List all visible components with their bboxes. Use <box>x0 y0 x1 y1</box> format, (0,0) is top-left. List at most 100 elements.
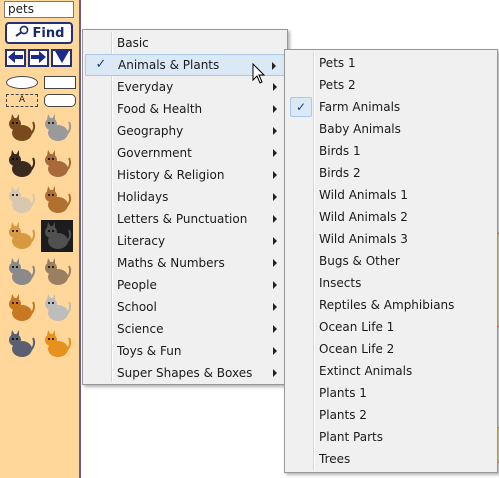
tabby-cat-icon[interactable] <box>41 256 73 288</box>
sitting-cat-icon[interactable] <box>5 256 37 288</box>
arrow-right-icon <box>31 50 46 66</box>
menu-item-label: Animals & Plants <box>118 58 220 72</box>
submenu-arrow-icon <box>273 347 277 355</box>
menu-item-literacy[interactable]: Literacy <box>85 230 285 252</box>
shape-tools-row-2: A <box>6 94 76 107</box>
submenu-item-baby-animals[interactable]: Baby Animals <box>287 118 495 140</box>
menu-item-label: Super Shapes & Boxes <box>117 366 253 380</box>
submenu-item-ocean-life-1[interactable]: Ocean Life 1 <box>287 316 495 338</box>
submenu-item-wild-animals-2[interactable]: Wild Animals 2 <box>287 206 495 228</box>
menu-item-super-shapes-and-boxes[interactable]: Super Shapes & Boxes <box>85 362 285 384</box>
menu-item-maths-and-numbers[interactable]: Maths & Numbers <box>85 252 285 274</box>
submenu-item-bugs-and-other[interactable]: Bugs & Other <box>287 250 495 272</box>
menu-item-label: Geography <box>117 124 184 138</box>
submenu-arrow-icon <box>273 325 277 333</box>
dogs-icon[interactable] <box>5 112 37 144</box>
submenu-item-pets-1[interactable]: Pets 1 <box>287 52 495 74</box>
previous-button[interactable] <box>5 49 26 67</box>
menu-item-school[interactable]: School <box>85 296 285 318</box>
menu-item-letters-and-punctuation[interactable]: Letters & Punctuation <box>85 208 285 230</box>
arrow-left-icon <box>8 50 23 66</box>
submenu-item-reptiles-and-amphibians[interactable]: Reptiles & Amphibians <box>287 294 495 316</box>
shape-tools-row-1 <box>6 76 76 89</box>
checkmark-icon: ✓ <box>95 57 107 72</box>
next-button[interactable] <box>28 49 49 67</box>
rounded-rectangle-tool-icon[interactable] <box>44 94 76 107</box>
menu-item-label: Holidays <box>117 190 169 204</box>
mouse-cursor-icon <box>252 63 266 84</box>
rectangle-tool-icon[interactable] <box>44 76 76 89</box>
submenu-item-label: Wild Animals 2 <box>319 210 408 224</box>
submenu-item-label: Trees <box>319 452 351 466</box>
submenu-item-label: Birds 2 <box>319 166 361 180</box>
submenu-item-label: Insects <box>319 276 362 290</box>
ellipse-tool-icon[interactable] <box>6 76 38 89</box>
menu-item-government[interactable]: Government <box>85 142 285 164</box>
search-input[interactable]: pets <box>4 1 74 18</box>
menu-item-label: People <box>117 278 157 292</box>
submenu-item-label: Baby Animals <box>319 122 401 136</box>
goldfish-icon[interactable] <box>41 328 73 360</box>
submenu-item-extinct-animals[interactable]: Extinct Animals <box>287 360 495 382</box>
menu-item-food-and-health[interactable]: Food & Health <box>85 98 285 120</box>
triangle-down-icon <box>54 50 69 66</box>
submenu-item-trees[interactable]: Trees <box>287 448 495 470</box>
submenu-item-label: Wild Animals 3 <box>319 232 408 246</box>
menu-item-label: Maths & Numbers <box>117 256 225 270</box>
submenu-item-insects[interactable]: Insects <box>287 272 495 294</box>
navigation-buttons <box>5 49 72 67</box>
grey-cat-photo-icon[interactable] <box>41 220 73 252</box>
submenu-arrow-icon <box>273 281 277 289</box>
menu-item-label: Basic <box>117 36 149 50</box>
orange-cat-icon[interactable] <box>5 292 37 324</box>
submenu-item-wild-animals-1[interactable]: Wild Animals 1 <box>287 184 495 206</box>
submenu-item-plants-1[interactable]: Plants 1 <box>287 382 495 404</box>
menu-item-label: Everyday <box>117 80 174 94</box>
calico-cat-icon[interactable] <box>41 184 73 216</box>
submenu-item-label: Ocean Life 1 <box>319 320 395 334</box>
menu-item-holidays[interactable]: Holidays <box>85 186 285 208</box>
menu-item-toys-and-fun[interactable]: Toys & Fun <box>85 340 285 362</box>
submenu-arrow-icon <box>273 237 277 245</box>
submenu-item-wild-animals-3[interactable]: Wild Animals 3 <box>287 228 495 250</box>
menu-item-science[interactable]: Science <box>85 318 285 340</box>
grey-kitten-icon[interactable] <box>5 328 37 360</box>
submenu-item-label: Wild Animals 1 <box>319 188 408 202</box>
menu-item-label: Letters & Punctuation <box>117 212 248 226</box>
submenu-item-birds-1[interactable]: Birds 1 <box>287 140 495 162</box>
spaniel-icon[interactable] <box>5 148 37 180</box>
down-button[interactable] <box>51 49 72 67</box>
submenu-item-label: Plants 1 <box>319 386 367 400</box>
submenu-item-plants-2[interactable]: Plants 2 <box>287 404 495 426</box>
menu-item-history-and-religion[interactable]: History & Religion <box>85 164 285 186</box>
submenu-item-farm-animals[interactable]: ✓ Farm Animals <box>287 96 495 118</box>
golden-retriever-icon[interactable] <box>5 220 37 252</box>
sheepdog-icon[interactable] <box>41 112 73 144</box>
submenu-item-ocean-life-2[interactable]: Ocean Life 2 <box>287 338 495 360</box>
find-button[interactable]: Find <box>5 22 73 44</box>
submenu-item-label: Plant Parts <box>319 430 383 444</box>
submenu-item-label: Bugs & Other <box>319 254 400 268</box>
persian-cat-icon[interactable] <box>41 292 73 324</box>
checkmark-icon: ✓ <box>290 97 312 117</box>
submenu-arrow-icon <box>273 215 277 223</box>
chihuahua-icon[interactable] <box>41 148 73 180</box>
submenu-item-pets-2[interactable]: Pets 2 <box>287 74 495 96</box>
submenu-item-label: Reptiles & Amphibians <box>319 298 455 312</box>
text-tool-icon[interactable]: A <box>6 94 38 107</box>
submenu-item-label: Birds 1 <box>319 144 361 158</box>
puppy-icon[interactable] <box>5 184 37 216</box>
magnifier-icon <box>14 25 30 41</box>
tool-palette: pets Find A <box>0 0 81 478</box>
submenu-item-birds-2[interactable]: Birds 2 <box>287 162 495 184</box>
submenu-arrow-icon <box>273 149 277 157</box>
menu-item-people[interactable]: People <box>85 274 285 296</box>
find-button-label: Find <box>32 25 65 41</box>
menu-item-basic[interactable]: Basic <box>85 32 285 54</box>
submenu-arrow-icon <box>273 369 277 377</box>
submenu-item-plant-parts[interactable]: Plant Parts <box>287 426 495 448</box>
menu-item-geography[interactable]: Geography <box>85 120 285 142</box>
submenu-arrow-icon <box>273 127 277 135</box>
menu-item-label: Food & Health <box>117 102 203 116</box>
submenu-item-label: Extinct Animals <box>319 364 413 378</box>
